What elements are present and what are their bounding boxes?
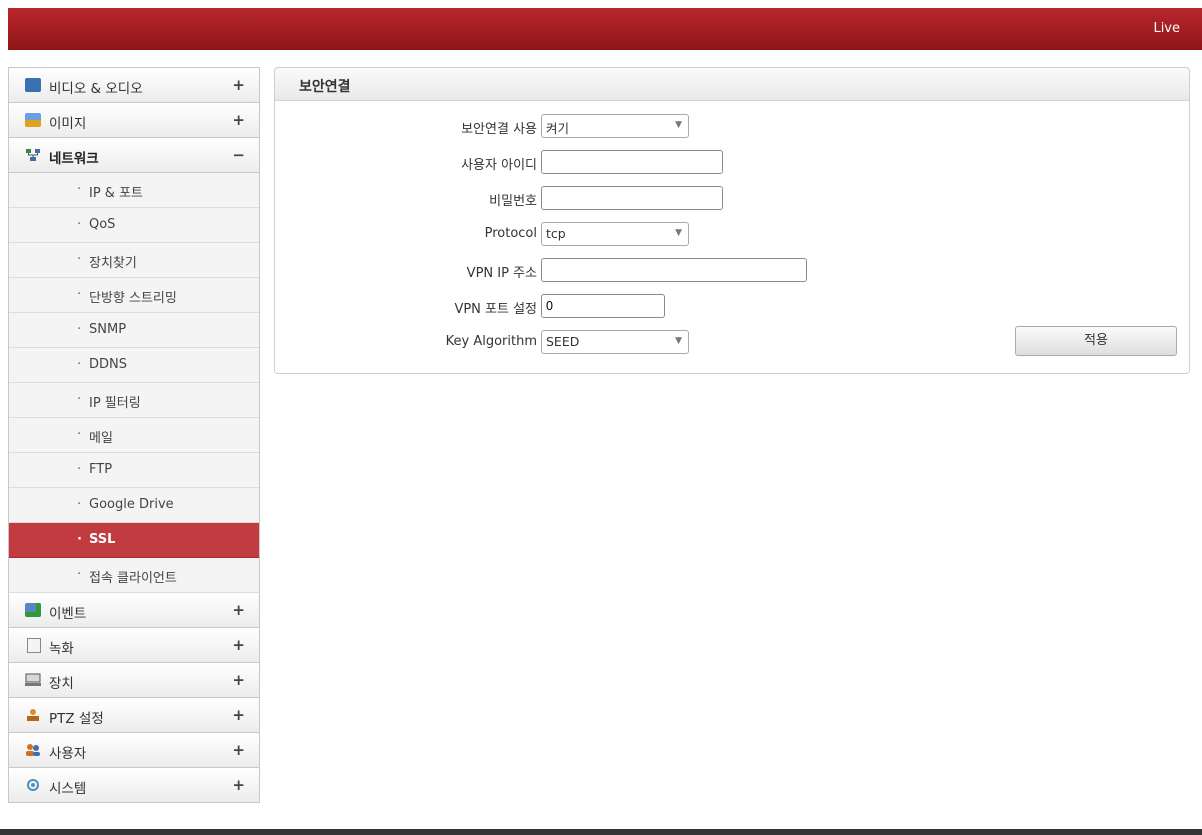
event-icon — [25, 603, 41, 617]
submenu-unidirectional-streaming[interactable]: · 단방향 스트리밍 — [9, 278, 259, 313]
menu-label: 이벤트 — [49, 606, 87, 622]
expand-icon: + — [232, 636, 245, 654]
menu-device[interactable]: 장치 + — [9, 663, 259, 698]
collapse-icon: − — [232, 146, 245, 164]
dropdown-arrow-icon: ▼ — [675, 120, 682, 130]
menu-network[interactable]: 네트워크 − — [9, 138, 259, 173]
submenu-connected-clients[interactable]: · 접속 클라이언트 — [9, 558, 259, 593]
vpn-ip-input[interactable] — [541, 258, 807, 282]
submenu-label: 접속 클라이언트 — [89, 571, 177, 586]
key-algorithm-select[interactable]: SEED ▼ — [541, 330, 689, 354]
network-icon — [25, 148, 41, 162]
submenu-snmp[interactable]: · SNMP — [9, 313, 259, 348]
submenu-mail[interactable]: · 메일 — [9, 418, 259, 453]
submenu-label: 단방향 스트리밍 — [89, 291, 177, 306]
submenu-label: SSL — [89, 532, 116, 547]
menu-image[interactable]: 이미지 + — [9, 103, 259, 138]
expand-icon: + — [232, 111, 245, 129]
menu-system[interactable]: 시스템 + — [9, 768, 259, 803]
menu-label: 사용자 — [49, 746, 87, 762]
enable-value: 켜기 — [546, 121, 570, 136]
submenu-label: IP & 포트 — [89, 186, 143, 201]
submenu-ip-filtering[interactable]: · IP 필터링 — [9, 383, 259, 418]
submenu-ip-port[interactable]: · IP & 포트 — [9, 173, 259, 208]
user-icon — [25, 743, 41, 757]
menu-label: 녹화 — [49, 641, 74, 657]
protocol-select[interactable]: tcp ▼ — [541, 222, 689, 246]
ssl-settings-panel: 보안연결 보안연결 사용 켜기 ▼ 사용자 아이디 비밀번호 Protocol … — [274, 67, 1190, 374]
user-id-label: 사용자 아이디 — [461, 158, 537, 173]
dropdown-arrow-icon: ▼ — [675, 336, 682, 346]
menu-label: 네트워크 — [49, 151, 99, 167]
submenu-label: FTP — [89, 462, 113, 477]
menu-label: 장치 — [49, 676, 74, 692]
panel-header: 보안연결 — [275, 68, 1189, 101]
menu-event[interactable]: 이벤트 + — [9, 593, 259, 628]
vpn-ip-label: VPN IP 주소 — [466, 266, 537, 281]
system-icon — [25, 778, 41, 792]
submenu-device-discovery[interactable]: · 장치찾기 — [9, 243, 259, 278]
password-input[interactable] — [541, 186, 723, 210]
submenu-label: QoS — [89, 217, 116, 232]
expand-icon: + — [232, 776, 245, 794]
vpn-port-label: VPN 포트 설정 — [454, 302, 537, 317]
record-icon — [27, 638, 41, 653]
menu-record[interactable]: 녹화 + — [9, 628, 259, 663]
submenu-google-drive[interactable]: · Google Drive — [9, 488, 259, 523]
menu-user[interactable]: 사용자 + — [9, 733, 259, 768]
submenu-label: Google Drive — [89, 497, 174, 512]
expand-icon: + — [232, 601, 245, 619]
video-audio-icon — [25, 78, 41, 92]
live-link[interactable]: Live — [1153, 21, 1180, 36]
ptz-icon — [25, 708, 41, 722]
menu-label: 시스템 — [49, 781, 87, 797]
submenu-ssl[interactable]: · SSL — [9, 523, 259, 558]
settings-sidebar: 비디오 & 오디오 + 이미지 + 네트워크 − · IP & 포트 · QoS ·… — [8, 67, 260, 803]
dropdown-arrow-icon: ▼ — [675, 228, 682, 238]
password-label: 비밀번호 — [489, 194, 537, 209]
vpn-port-input[interactable] — [541, 294, 665, 318]
bottom-border-bar — [0, 829, 1202, 835]
device-icon — [25, 673, 41, 687]
key-algorithm-label: Key Algorithm — [445, 334, 537, 349]
submenu-label: SNMP — [89, 322, 127, 337]
expand-icon: + — [232, 741, 245, 759]
image-icon — [25, 113, 41, 127]
menu-video-audio[interactable]: 비디오 & 오디오 + — [9, 68, 259, 103]
submenu-label: 장치찾기 — [89, 256, 137, 271]
submenu-qos[interactable]: · QoS — [9, 208, 259, 243]
submenu-ftp[interactable]: · FTP — [9, 453, 259, 488]
user-id-input[interactable] — [541, 150, 723, 174]
panel-title: 보안연결 — [299, 79, 351, 95]
enable-label: 보안연결 사용 — [461, 122, 537, 137]
menu-label: 이미지 — [49, 116, 87, 132]
expand-icon: + — [232, 706, 245, 724]
submenu-label: IP 필터링 — [89, 396, 141, 411]
top-header-bar: Live — [8, 8, 1202, 50]
protocol-value: tcp — [546, 226, 566, 241]
menu-label: 비디오 & 오디오 — [49, 81, 143, 97]
submenu-label: DDNS — [89, 357, 127, 372]
key-algorithm-value: SEED — [546, 334, 580, 349]
apply-button[interactable]: 적용 — [1015, 326, 1177, 356]
submenu-label: 메일 — [89, 431, 113, 446]
expand-icon: + — [232, 76, 245, 94]
submenu-ddns[interactable]: · DDNS — [9, 348, 259, 383]
enable-select[interactable]: 켜기 ▼ — [541, 114, 689, 138]
menu-label: PTZ 설정 — [49, 711, 104, 727]
menu-ptz[interactable]: PTZ 설정 + — [9, 698, 259, 733]
expand-icon: + — [232, 671, 245, 689]
protocol-label: Protocol — [484, 226, 537, 241]
